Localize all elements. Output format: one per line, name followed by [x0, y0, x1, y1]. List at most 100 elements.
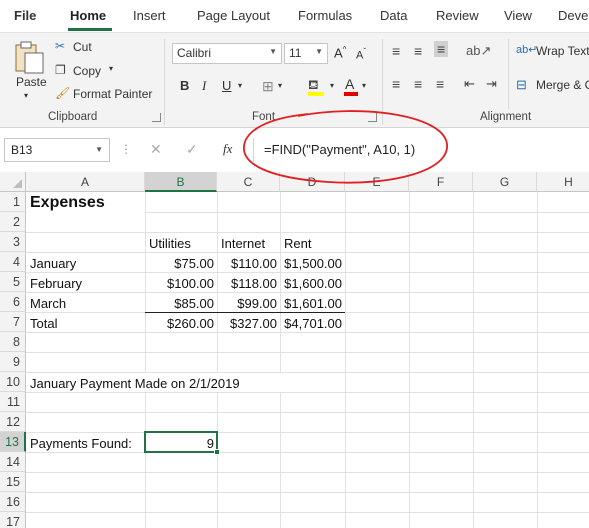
gridline [345, 192, 346, 528]
cell-a6[interactable]: March [27, 293, 145, 313]
gridline [26, 392, 589, 393]
clipboard-launcher-icon[interactable] [152, 113, 161, 122]
underline-dropdown-icon[interactable]: ▾ [238, 81, 242, 90]
cell-a5[interactable]: February [27, 273, 145, 293]
tab-page-layout[interactable]: Page Layout [197, 8, 270, 23]
cell-b4[interactable]: $75.00 [146, 253, 217, 273]
row-header-4[interactable]: 4 [0, 252, 26, 272]
column-header-b[interactable]: B [145, 172, 217, 192]
cell-a13[interactable]: Payments Found: [27, 433, 145, 453]
copy-label: Copy [73, 64, 102, 78]
format-painter-button[interactable]: 🖌 Format Painter [55, 86, 155, 104]
row-header-5[interactable]: 5 [0, 272, 26, 292]
paste-dropdown-icon[interactable]: ▾ [24, 91, 28, 100]
grow-font-button[interactable]: A^ [334, 45, 346, 60]
row-header-10[interactable]: 10 [0, 372, 26, 392]
fill-color-button[interactable]: ⛾ [306, 75, 328, 97]
align-top-icon[interactable]: ≡ [392, 43, 400, 59]
tab-developer[interactable]: Deve [558, 8, 588, 23]
gridline [409, 192, 410, 528]
row-header-7[interactable]: 7 [0, 312, 26, 332]
decrease-indent-icon[interactable]: ⇤ [464, 76, 475, 92]
paste-button[interactable]: Paste ▾ [8, 37, 48, 107]
column-header-h[interactable]: H [537, 172, 589, 192]
row-header-14[interactable]: 14 [0, 452, 26, 472]
copy-dropdown-icon[interactable]: ▾ [109, 64, 113, 73]
row-header-16[interactable]: 16 [0, 492, 26, 512]
row-header-11[interactable]: 11 [0, 392, 26, 412]
cell-b7[interactable]: $260.00 [146, 313, 217, 333]
column-header-a[interactable]: A [26, 172, 145, 192]
cancel-icon[interactable]: ✕ [150, 141, 162, 158]
select-all-button[interactable] [0, 172, 26, 192]
row-header-17[interactable]: 17 [0, 512, 26, 528]
font-size-select[interactable]: 11 ▼ [284, 43, 328, 64]
cell-d6[interactable]: $1,601.00 [281, 293, 345, 313]
row-header-12[interactable]: 12 [0, 412, 26, 432]
tab-data[interactable]: Data [380, 8, 407, 23]
cell-a7[interactable]: Total [27, 313, 145, 333]
cell-b3[interactable]: Utilities [146, 233, 217, 253]
cell-c7[interactable]: $327.00 [218, 313, 280, 333]
wrap-text-label: Wrap Text [536, 44, 589, 58]
chevron-down-icon: ▼ [315, 47, 323, 56]
align-bottom-icon[interactable]: ≡ [434, 41, 449, 57]
format-painter-label: Format Painter [73, 87, 153, 101]
gridline [473, 192, 474, 528]
tab-home[interactable]: Home [70, 8, 106, 23]
fill-handle[interactable] [214, 449, 220, 455]
cell-c4[interactable]: $110.00 [218, 253, 280, 273]
grow-font-label: A [334, 45, 343, 61]
insert-function-button[interactable]: fx [223, 141, 232, 157]
underline-button[interactable]: U [222, 78, 231, 93]
gridline [26, 412, 589, 413]
row-header-15[interactable]: 15 [0, 472, 26, 492]
align-center-icon[interactable]: ≡ [414, 76, 422, 92]
align-left-icon[interactable]: ≡ [392, 76, 400, 92]
tab-file[interactable]: File [14, 8, 36, 23]
cut-button[interactable]: ✂ Cut [55, 39, 115, 57]
wrap-text-button[interactable]: ab↵ Wrap Text [516, 43, 589, 63]
row-header-3[interactable]: 3 [0, 232, 26, 252]
cell-d3[interactable]: Rent [281, 233, 345, 253]
copy-button[interactable]: ❐ Copy ▾ [55, 63, 125, 81]
tab-insert[interactable]: Insert [133, 8, 166, 23]
merge-center-button[interactable]: ⊟ Merge & C [516, 77, 589, 97]
tab-view[interactable]: View [504, 8, 532, 23]
font-color-button[interactable]: A [342, 75, 360, 97]
row-header-6[interactable]: 6 [0, 292, 26, 312]
row-header-9[interactable]: 9 [0, 352, 26, 372]
cell-b6[interactable]: $85.00 [146, 293, 217, 313]
tab-formulas[interactable]: Formulas [298, 8, 352, 23]
cell-c3[interactable]: Internet [218, 233, 280, 253]
enter-check-icon[interactable]: ✓ [186, 141, 198, 158]
italic-button[interactable]: I [202, 78, 206, 94]
cell-a1[interactable]: Expenses [27, 193, 145, 213]
align-middle-icon[interactable]: ≡ [414, 43, 422, 59]
cell-a10[interactable]: January Payment Made on 2/1/2019 [27, 373, 287, 392]
align-right-icon[interactable]: ≡ [436, 76, 444, 92]
increase-indent-icon[interactable]: ⇥ [486, 76, 497, 92]
row-header-2[interactable]: 2 [0, 212, 26, 232]
cell-b5[interactable]: $100.00 [146, 273, 217, 293]
font-color-dropdown-icon[interactable]: ▾ [362, 81, 366, 90]
row-header-13[interactable]: 13 [0, 432, 26, 452]
row-header-8[interactable]: 8 [0, 332, 26, 352]
cell-d5[interactable]: $1,600.00 [281, 273, 345, 293]
shrink-font-button[interactable]: Aˇ [356, 47, 366, 62]
font-name-select[interactable]: Calibri ▼ [172, 43, 282, 64]
cell-a4[interactable]: January [27, 253, 145, 273]
bold-button[interactable]: B [180, 78, 189, 93]
cell-c6[interactable]: $99.00 [218, 293, 280, 313]
cell-d7[interactable]: $4,701.00 [281, 313, 345, 333]
cell-d4[interactable]: $1,500.00 [281, 253, 345, 273]
column-header-g[interactable]: G [473, 172, 537, 192]
cell-c5[interactable]: $118.00 [218, 273, 280, 293]
orientation-icon[interactable]: ab↗ [466, 43, 491, 59]
row-header-1[interactable]: 1 [0, 192, 26, 212]
tab-review[interactable]: Review [436, 8, 479, 23]
borders-icon[interactable]: ⊞ [262, 78, 274, 95]
borders-dropdown-icon[interactable]: ▾ [278, 81, 282, 90]
name-box[interactable]: B13 ▼ [4, 138, 110, 162]
fill-color-dropdown-icon[interactable]: ▾ [330, 81, 334, 90]
